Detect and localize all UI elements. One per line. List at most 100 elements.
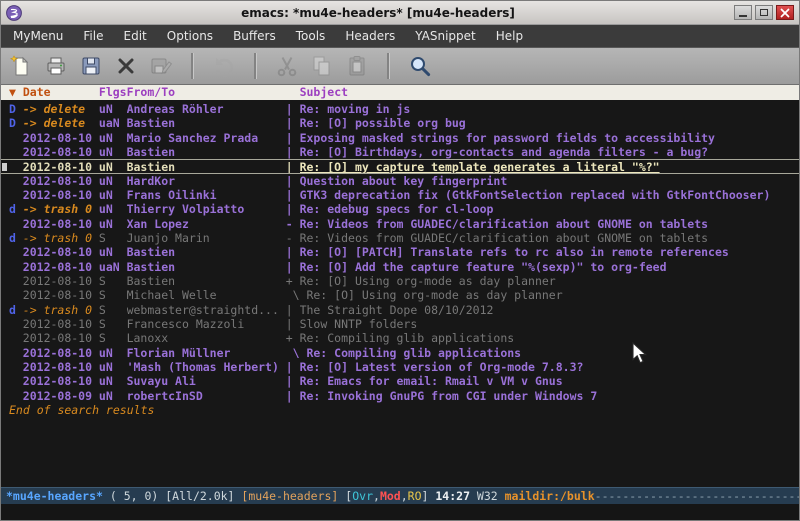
- menu-item-tools[interactable]: Tools: [286, 25, 336, 47]
- row-thread-char: |: [286, 131, 300, 145]
- row-thread-char: |: [286, 317, 300, 331]
- row-subject: Re: [O] [PATCH] Translate refs to rc als…: [300, 245, 799, 259]
- message-row[interactable]: D -> delete uaN Bastien | Re: [O] possib…: [1, 116, 799, 130]
- row-subject: Re: Videos from GUADEC/clarification abo…: [300, 217, 799, 231]
- row-from: Thierry Volpiatto: [127, 202, 286, 216]
- emacs-app-icon[interactable]: [6, 5, 22, 21]
- message-row[interactable]: 2012-08-10 uN Suvayu Ali | Re: Emacs for…: [1, 374, 799, 388]
- row-thread-char: |: [286, 245, 300, 259]
- row-thread-char: |: [286, 160, 300, 172]
- row-mark: d: [9, 202, 23, 216]
- message-row[interactable]: 2012-08-10 uN Florian Müllner \ Re: Comp…: [1, 346, 799, 360]
- modeline-segment: ]: [422, 489, 436, 504]
- close-icon: [114, 54, 138, 78]
- message-row[interactable]: 2012-08-10 uN HardKor | Question about k…: [1, 174, 799, 188]
- modeline-segment: maildir:/bulk: [505, 489, 595, 504]
- modeline-segment: *mu4e-headers*: [6, 489, 103, 504]
- modeline-segment: Mod: [380, 489, 401, 504]
- message-row[interactable]: 2012-08-10 uN Mario Sanchez Prada | Expo…: [1, 131, 799, 145]
- window-title: emacs: *mu4e-headers* [mu4e-headers]: [27, 6, 729, 20]
- print-icon: [44, 54, 68, 78]
- save-button[interactable]: [77, 52, 105, 80]
- new-file-button[interactable]: [7, 52, 35, 80]
- row-date: 2012-08-10: [23, 174, 99, 188]
- message-row[interactable]: 2012-08-10 S Michael Welle \ Re: [O] Usi…: [1, 288, 799, 302]
- save-as-icon: [149, 54, 173, 78]
- close-buffer-button[interactable]: [112, 52, 140, 80]
- menu-item-headers[interactable]: Headers: [335, 25, 405, 47]
- maximize-button[interactable]: [755, 5, 773, 20]
- modeline-segment: W32: [477, 489, 505, 504]
- message-row[interactable]: d -> trash 0 S webmaster@straightd... | …: [1, 303, 799, 317]
- column-header-from[interactable]: From/To: [127, 85, 300, 100]
- message-row[interactable]: 2012-08-09 uN robertcInSD | Re: Invoking…: [1, 389, 799, 403]
- row-thread-char: |: [286, 174, 300, 188]
- row-mark: [9, 389, 23, 403]
- column-header-subject[interactable]: Subject: [300, 85, 348, 100]
- message-row[interactable]: 2012-08-10 uN 'Mash (Thomas Herbert) | R…: [1, 360, 799, 374]
- row-from: Xan Lopez: [127, 217, 286, 231]
- row-flags: S: [99, 331, 127, 345]
- row-subject: Re: Compiling glib applications: [300, 331, 799, 345]
- message-row[interactable]: d -> trash 0 uN Thierry Volpiatto | Re: …: [1, 202, 799, 216]
- row-from: Bastien: [127, 260, 286, 274]
- row-subject: Slow NNTP folders: [300, 317, 799, 331]
- message-row[interactable]: 2012-08-10 uaN Bastien | Re: [O] Add the…: [1, 260, 799, 274]
- message-row[interactable]: 2012-08-10 S Francesco Mazzoli | Slow NN…: [1, 317, 799, 331]
- row-from: Bastien: [127, 274, 286, 288]
- minimize-button[interactable]: [734, 5, 752, 20]
- row-from: 'Mash (Thomas Herbert): [127, 360, 286, 374]
- message-row[interactable]: 2012-08-10 uN Bastien | Re: [O] my captu…: [1, 159, 799, 173]
- row-date: 2012-08-10: [23, 346, 99, 360]
- row-date: 2012-08-10: [23, 217, 99, 231]
- row-thread-char: \: [286, 346, 307, 360]
- menu-item-options[interactable]: Options: [157, 25, 223, 47]
- row-mark: D: [9, 116, 23, 130]
- window-titlebar: emacs: *mu4e-headers* [mu4e-headers]: [1, 1, 799, 25]
- row-thread-char: -: [286, 217, 300, 231]
- menu-item-edit[interactable]: Edit: [114, 25, 157, 47]
- cut-button: [273, 52, 301, 80]
- row-subject: Re: [O] possible org bug: [300, 116, 799, 130]
- message-row[interactable]: 2012-08-10 uN Bastien | Re: [O] [PATCH] …: [1, 245, 799, 259]
- row-from: Bastien: [127, 160, 286, 172]
- row-flags: uN: [99, 389, 127, 403]
- row-date: 2012-08-10: [23, 245, 99, 259]
- row-thread-char: |: [286, 260, 300, 274]
- modeline-segment: ( 5, 0): [103, 489, 165, 504]
- paste-button: [343, 52, 371, 80]
- row-date: -> trash 0: [23, 231, 99, 245]
- column-header-flags[interactable]: Flgs: [99, 85, 127, 100]
- modeline-segment: ----------------------------------------…: [595, 489, 799, 504]
- close-button[interactable]: [776, 5, 794, 20]
- row-mark: [9, 245, 23, 259]
- column-header-date[interactable]: ▼ Date: [9, 85, 99, 100]
- row-flags: uN: [99, 145, 127, 159]
- message-row[interactable]: 2012-08-10 S Lanoxx + Re: Compiling glib…: [1, 331, 799, 345]
- menu-item-mymenu[interactable]: MyMenu: [3, 25, 73, 47]
- message-row[interactable]: 2012-08-10 uN Bastien | Re: [O] Birthday…: [1, 145, 799, 159]
- window-controls: [734, 5, 794, 20]
- print-button[interactable]: [42, 52, 70, 80]
- message-row[interactable]: 2012-08-10 uN Frans Oilinki | GTK3 depre…: [1, 188, 799, 202]
- row-mark: [9, 217, 23, 231]
- toolbar-separator: [254, 53, 257, 79]
- menu-item-buffers[interactable]: Buffers: [223, 25, 286, 47]
- row-subject: Exposing masked strings for password fie…: [300, 131, 799, 145]
- row-flags: uN: [99, 188, 127, 202]
- menu-item-file[interactable]: File: [73, 25, 113, 47]
- cut-icon: [275, 54, 299, 78]
- modeline-segment: [: [345, 489, 352, 504]
- message-row[interactable]: d -> trash 0 S Juanjo Marin - Re: Videos…: [1, 231, 799, 245]
- toolbar: [1, 47, 799, 85]
- message-row[interactable]: 2012-08-10 S Bastien + Re: [O] Using org…: [1, 274, 799, 288]
- row-date: -> trash 0: [23, 303, 99, 317]
- search-button[interactable]: [406, 52, 434, 80]
- message-row[interactable]: D -> delete uN Andreas Röhler | Re: movi…: [1, 102, 799, 116]
- menu-item-help[interactable]: Help: [486, 25, 533, 47]
- new-file-icon: [9, 54, 33, 78]
- menu-item-yasnippet[interactable]: YASnippet: [405, 25, 486, 47]
- row-date: 2012-08-10: [23, 374, 99, 388]
- message-row[interactable]: 2012-08-10 uN Xan Lopez - Re: Videos fro…: [1, 217, 799, 231]
- row-subject: Re: Emacs for email: Rmail v VM v Gnus: [300, 374, 799, 388]
